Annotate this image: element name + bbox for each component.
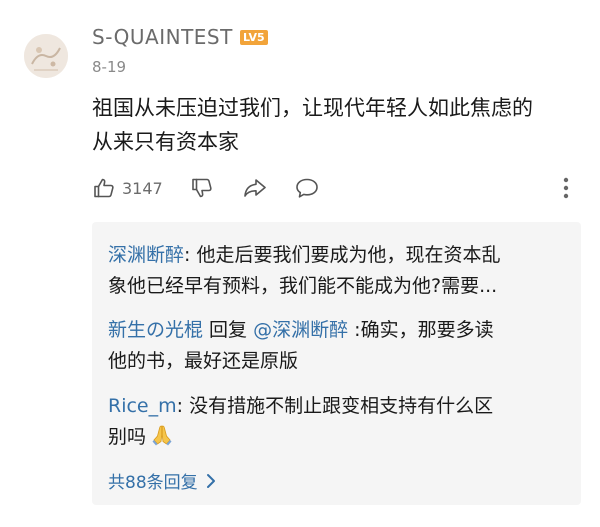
comment-card: S-QUAINTEST LV5 8-19 祖国从未压迫过我们，让现代年轻人如此焦…: [0, 0, 600, 527]
reply-text: :确实，那要多读: [348, 319, 494, 341]
reply-line: 象他已经早有预料，我们能不能成为他?需要...: [108, 271, 568, 302]
avatar[interactable]: [24, 34, 68, 78]
reply-to-word: 回复: [203, 319, 254, 341]
more-replies-link[interactable]: 共88条回复: [108, 468, 216, 493]
reply-mention[interactable]: @深渊断醉: [253, 319, 348, 341]
reply-item[interactable]: Rice_m: 没有措施不制止跟变相支持有什么区 别吗: [108, 391, 568, 457]
like-count: 3147: [122, 178, 163, 198]
reply-line: 他的书，最好还是原版: [108, 346, 568, 377]
chevron-right-icon: [198, 473, 216, 489]
comment-actions: 3147: [92, 174, 582, 202]
reply-separator: :: [176, 395, 190, 417]
thumbs-up-icon: [92, 176, 116, 200]
more-vertical-icon: [563, 177, 569, 199]
replies-panel: 深渊断醉: 他走后要我们要成为他，现在资本乱 象他已经早有预料，我们能不能成为他…: [92, 222, 581, 505]
reply-text: 他的书，最好还是原版: [108, 350, 299, 372]
reply-line: 深渊断醉: 他走后要我们要成为他，现在资本乱: [108, 240, 568, 271]
reply-text: 别吗: [108, 426, 147, 448]
level-badge: LV5: [240, 30, 268, 45]
comment-button[interactable]: [294, 174, 320, 202]
comment-text-line: 从来只有资本家: [92, 130, 239, 154]
folded-hands-icon: [150, 423, 174, 457]
username[interactable]: S-QUAINTEST: [92, 25, 233, 49]
comment-date: 8-19: [92, 58, 127, 76]
share-icon: [242, 176, 268, 200]
dislike-button[interactable]: [190, 174, 214, 202]
reply-author[interactable]: 深渊断醉: [108, 244, 184, 266]
like-button[interactable]: 3147: [92, 174, 163, 202]
reply-text: 象他已经早有预料，我们能不能成为他?需要...: [108, 275, 498, 297]
comment-text: 祖国从未压迫过我们，让现代年轻人如此焦虑的 从来只有资本家: [92, 91, 582, 159]
reply-separator: :: [184, 244, 197, 266]
reply-author[interactable]: 新生の光棍: [108, 319, 203, 341]
reply-item[interactable]: 新生の光棍 回复 @深渊断醉 :确实，那要多读 他的书，最好还是原版: [108, 315, 568, 377]
more-replies-label: 共88条回复: [108, 473, 198, 493]
reply-line: 新生の光棍 回复 @深渊断醉 :确实，那要多读: [108, 315, 568, 346]
share-button[interactable]: [242, 174, 268, 202]
comment-icon: [294, 176, 320, 200]
reply-author[interactable]: Rice_m: [108, 395, 177, 417]
reply-line: 别吗: [108, 422, 568, 457]
reply-item[interactable]: 深渊断醉: 他走后要我们要成为他，现在资本乱 象他已经早有预料，我们能不能成为他…: [108, 240, 568, 302]
thumbs-down-icon: [190, 176, 214, 200]
reply-text: 他走后要我们要成为他，现在资本乱: [196, 244, 501, 266]
reply-text: 没有措施不制止跟变相支持有什么区: [189, 395, 494, 417]
comment-text-line: 祖国从未压迫过我们，让现代年轻人如此焦虑的: [92, 96, 533, 120]
reply-line: Rice_m: 没有措施不制止跟变相支持有什么区: [108, 391, 568, 422]
more-options-button[interactable]: [558, 174, 574, 202]
